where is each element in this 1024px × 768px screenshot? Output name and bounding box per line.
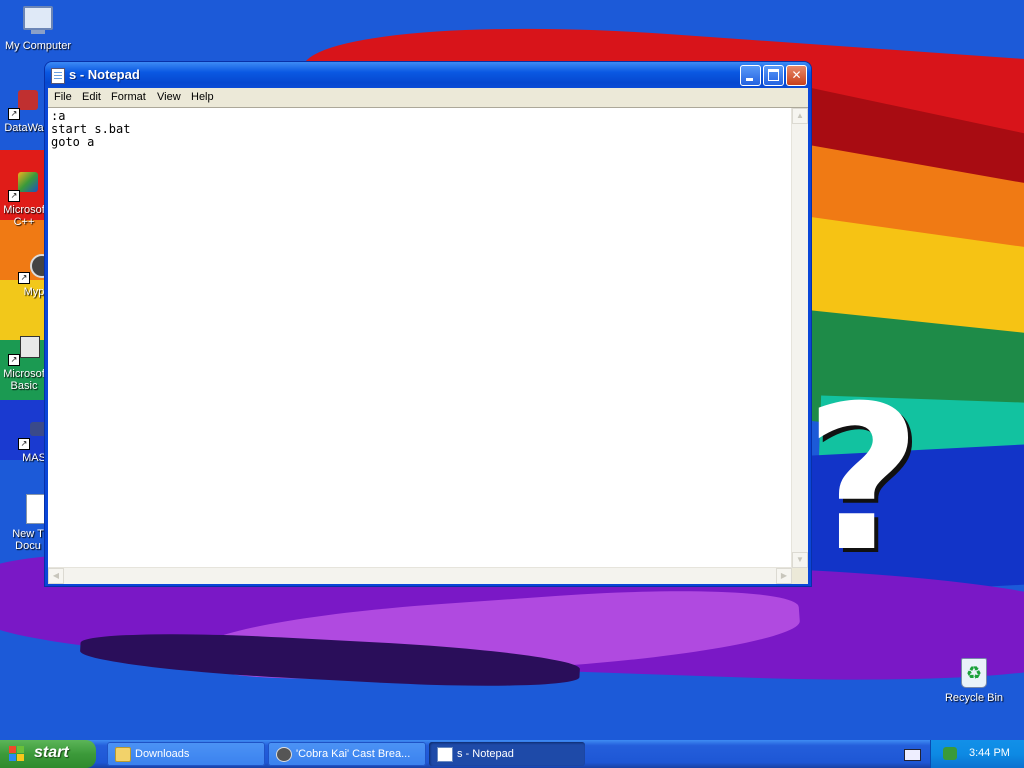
- windows-logo-icon: [9, 746, 25, 762]
- start-button[interactable]: start: [0, 740, 96, 768]
- clock[interactable]: 3:44 PM: [969, 747, 1010, 759]
- taskbar-item-cobra-kai[interactable]: 'Cobra Kai' Cast Brea...: [268, 742, 426, 766]
- menu-file[interactable]: File: [54, 91, 72, 103]
- horizontal-scrollbar[interactable]: ◀ ▶: [48, 567, 792, 584]
- menu-bar: File Edit Format View Help: [48, 88, 808, 107]
- notepad-icon: [437, 747, 453, 762]
- close-icon: ✕: [791, 68, 802, 82]
- menu-help[interactable]: Help: [191, 91, 214, 103]
- window-title: s - Notepad: [69, 67, 140, 82]
- scroll-up-icon[interactable]: ▲: [792, 108, 808, 124]
- minimize-icon: [746, 78, 753, 81]
- raccoon-icon: [276, 747, 292, 762]
- scroll-right-icon[interactable]: ▶: [776, 568, 792, 584]
- shortcut-icon: ↗: [8, 170, 40, 202]
- taskbar-item-notepad[interactable]: s - Notepad: [429, 742, 585, 766]
- notepad-window[interactable]: s - Notepad ✕ File Edit Format View Help…: [45, 62, 811, 586]
- vertical-scrollbar[interactable]: ▲ ▼: [791, 108, 808, 568]
- taskbar-item-downloads[interactable]: Downloads: [107, 742, 265, 766]
- maximize-icon: [768, 69, 779, 81]
- keyboard-icon[interactable]: [904, 749, 921, 761]
- notepad-icon: [51, 68, 65, 84]
- menu-view[interactable]: View: [157, 91, 181, 103]
- resize-grip-icon[interactable]: [792, 568, 808, 584]
- system-tray: 3:44 PM: [930, 740, 1024, 768]
- shortcut-icon: ↗: [8, 334, 40, 366]
- text-document-icon: [12, 494, 50, 526]
- desktop-icon-label: New T Docu: [12, 528, 44, 552]
- desktop-icon-my-computer[interactable]: My Computer: [0, 4, 76, 52]
- shortcut-icon: ↗: [8, 88, 40, 120]
- scroll-down-icon[interactable]: ▼: [792, 552, 808, 568]
- maximize-button[interactable]: [763, 65, 784, 86]
- desktop-icon-label: Recycle Bin: [944, 692, 1004, 704]
- taskbar-item-label: 'Cobra Kai' Cast Brea...: [296, 748, 411, 760]
- menu-edit[interactable]: Edit: [82, 91, 101, 103]
- network-icon[interactable]: [943, 747, 957, 760]
- title-bar[interactable]: s - Notepad ✕: [45, 62, 811, 88]
- minimize-button[interactable]: [740, 65, 761, 86]
- close-button[interactable]: ✕: [786, 65, 807, 86]
- menu-format[interactable]: Format: [111, 91, 146, 103]
- folder-icon: [115, 747, 131, 762]
- desktop-icon-label: My Computer: [4, 40, 72, 52]
- recycle-bin-icon: ♻: [958, 658, 990, 690]
- desktop-icon-recycle-bin[interactable]: ♻ Recycle Bin: [936, 658, 1012, 704]
- taskbar-item-label: Downloads: [135, 748, 190, 760]
- scroll-left-icon[interactable]: ◀: [48, 568, 64, 584]
- my-computer-icon: [22, 6, 54, 38]
- document-text[interactable]: :a start s.bat goto a: [51, 110, 130, 149]
- text-area[interactable]: :a start s.bat goto a ▲ ▼ ◀ ▶: [48, 107, 808, 584]
- start-label: start: [34, 744, 69, 761]
- taskbar-item-label: s - Notepad: [457, 748, 514, 760]
- taskbar: start Downloads 'Cobra Kai' Cast Brea...…: [0, 740, 1024, 768]
